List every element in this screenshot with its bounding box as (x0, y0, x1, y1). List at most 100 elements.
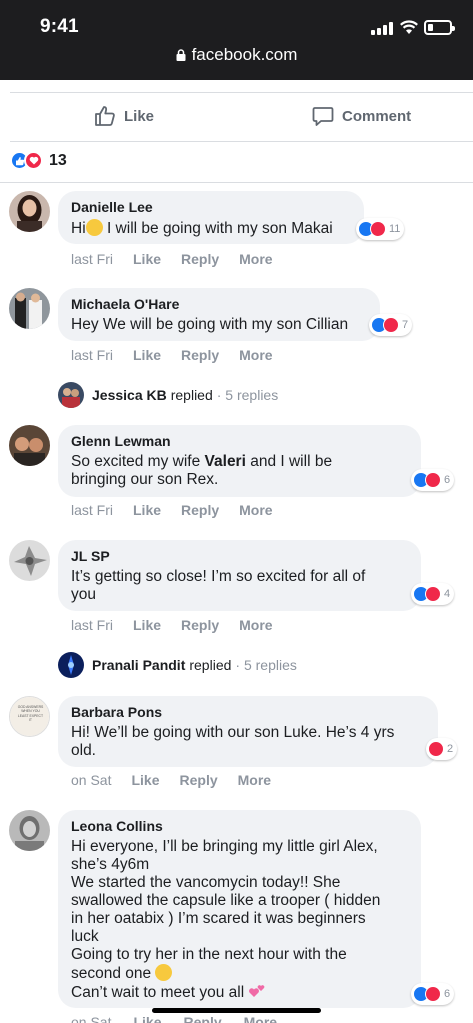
avatar[interactable] (9, 810, 50, 851)
speech-bubble-icon (312, 107, 334, 126)
url-text: facebook.com (191, 45, 298, 64)
wifi-icon (400, 20, 418, 34)
love-reaction-icon (383, 317, 399, 333)
comment-author[interactable]: Danielle Lee (71, 198, 352, 216)
lock-icon (176, 49, 186, 61)
comment-bubble[interactable]: JL SP It’s getting so close! I’m so exci… (58, 540, 421, 611)
view-replies-link[interactable]: Jessica KB replied · 5 replies (58, 382, 278, 408)
love-reaction-icon (428, 741, 444, 757)
comment-bubble[interactable]: Barbara Pons Hi! We’ll be going with our… (58, 696, 438, 767)
thumbs-up-icon (95, 106, 115, 126)
comment-text: Hi everyone, I’ll be bringing my little … (71, 838, 381, 1001)
comment-time: last Fri (71, 347, 113, 363)
comment-bubble[interactable]: Danielle Lee Hi I will be going with my … (58, 191, 364, 244)
comment-reaction-badge[interactable]: 2 (426, 738, 458, 760)
comment-text: Hey We will be going with my son Cillian (71, 316, 349, 333)
love-reaction-icon (425, 986, 441, 1002)
two-hearts-emoji-icon (249, 985, 265, 997)
comment-time: last Fri (71, 502, 113, 518)
status-time: 9:41 (40, 16, 79, 37)
comment-author[interactable]: Leona Collins (71, 817, 409, 835)
comment-author[interactable]: JL SP (71, 547, 409, 565)
avatar[interactable] (9, 191, 50, 232)
avatar[interactable]: GOD ANSWERS WHEN YOU LEAST EXPECT IT (9, 696, 50, 737)
browser-top-bar: 9:41 facebook.com (0, 0, 473, 80)
comment-like-link[interactable]: Like (133, 617, 161, 633)
cellular-signal-icon (371, 22, 393, 35)
avatar (58, 652, 84, 678)
comment-reaction-badge[interactable]: 11 (356, 218, 405, 240)
avatar[interactable] (9, 425, 50, 466)
comment-like-link[interactable]: Like (133, 1014, 161, 1023)
comment-text: It’s getting so close! I’m so excited fo… (71, 568, 366, 603)
reply-count: · 5 replies (235, 657, 297, 673)
comment-reaction-badge[interactable]: 6 (411, 983, 455, 1005)
avatar-sign-text: GOD ANSWERS WHEN YOU LEAST EXPECT IT (17, 705, 44, 723)
comment-reply-link[interactable]: Reply (181, 617, 219, 633)
comment-time: on Sat (71, 1014, 112, 1023)
comment-author[interactable]: Michaela O'Hare (71, 295, 368, 313)
comment-reply-link[interactable]: Reply (180, 772, 218, 788)
comment-time: last Fri (71, 617, 113, 633)
comment-bubble[interactable]: Leona Collins Hi everyone, I’ll be bring… (58, 810, 421, 1008)
comment-author[interactable]: Barbara Pons (71, 703, 426, 721)
reply-verb: replied (170, 387, 213, 403)
comment-meta: last Fri Like Reply More (71, 502, 293, 518)
divider (0, 182, 473, 183)
address-bar[interactable]: facebook.com (0, 45, 473, 65)
battery-icon (424, 20, 455, 35)
comment-meta: last Fri Like Reply More (71, 347, 293, 363)
reply-count: · 5 replies (216, 387, 279, 403)
reply-author: Pranali Pandit (92, 657, 186, 673)
avatar (58, 382, 84, 408)
comment-meta: on Sat Like Reply More (71, 772, 291, 788)
avatar[interactable] (9, 540, 50, 581)
comment-reply-link[interactable]: Reply (181, 251, 219, 267)
avatar[interactable] (9, 288, 50, 329)
comment-time: last Fri (71, 251, 113, 267)
reply-author: Jessica KB (92, 387, 167, 403)
comment-reaction-badge[interactable]: 4 (411, 583, 455, 605)
comment-like-link[interactable]: Like (133, 251, 161, 267)
comment-bubble[interactable]: Michaela O'Hare Hey We will be going wit… (58, 288, 380, 341)
comment-bubble[interactable]: Glenn Lewman So excited my wife Valeri a… (58, 425, 421, 497)
love-reaction-icon (370, 221, 386, 237)
comment-reply-link[interactable]: Reply (181, 502, 219, 518)
home-indicator[interactable] (152, 1008, 321, 1013)
reaction-count: 13 (49, 151, 67, 169)
love-reaction-icon (425, 472, 441, 488)
reaction-summary[interactable]: 13 (10, 151, 67, 170)
comment-reply-link[interactable]: Reply (181, 347, 219, 363)
love-reaction-icon (425, 586, 441, 602)
like-button[interactable]: Like (94, 105, 154, 127)
comment-meta: last Fri Like Reply More (71, 251, 293, 267)
comment-more-link[interactable]: More (239, 502, 272, 518)
comment-text: So excited my wife Valeri and I will be … (71, 453, 333, 488)
comment-more-link[interactable]: More (239, 617, 272, 633)
view-replies-link[interactable]: Pranali Pandit replied · 5 replies (58, 652, 297, 678)
comment-reaction-badge[interactable]: 6 (411, 469, 455, 491)
comment-more-link[interactable]: More (238, 772, 271, 788)
comment-text: Hi! We’ll be going with our son Luke. He… (71, 724, 395, 759)
comment-author[interactable]: Glenn Lewman (71, 432, 409, 450)
grimacing-emoji-icon (155, 964, 173, 981)
comment-more-link[interactable]: More (239, 347, 272, 363)
comment-reaction-badge[interactable]: 7 (369, 314, 413, 336)
comment-meta: on Sat Like Reply More (71, 1014, 299, 1023)
comment-like-link[interactable]: Like (133, 347, 161, 363)
love-reaction-icon (24, 151, 43, 170)
reply-verb: replied (189, 657, 232, 673)
comment-more-link[interactable]: More (239, 251, 272, 267)
comment-reply-link[interactable]: Reply (184, 1014, 222, 1023)
comment-like-link[interactable]: Like (133, 502, 161, 518)
tagged-name[interactable]: Valeri (205, 453, 246, 470)
like-button-label: Like (124, 107, 155, 125)
comment-button-label: Comment (342, 107, 412, 125)
smiling-emoji-icon (85, 219, 103, 236)
comment-like-link[interactable]: Like (131, 772, 159, 788)
comment-more-link[interactable]: More (244, 1014, 277, 1023)
post-action-bar: Like Comment (10, 92, 473, 142)
comment-meta: last Fri Like Reply More (71, 617, 293, 633)
comment-time: on Sat (71, 772, 112, 788)
comment-button[interactable]: Comment (312, 105, 411, 127)
